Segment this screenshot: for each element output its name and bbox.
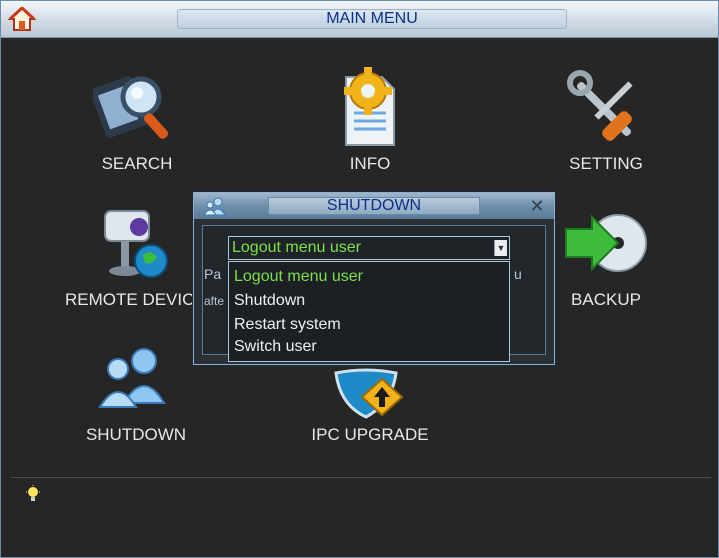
disc-backup-icon	[565, 214, 647, 272]
menu-item-info[interactable]: INFO	[300, 67, 440, 177]
status-divider	[11, 477, 711, 478]
menu-item-backup[interactable]: BACKUP	[536, 205, 676, 315]
shutdown-mode-dropdown: Logout menu user Shutdown Restart system…	[228, 261, 510, 362]
backup-label: BACKUP	[571, 290, 641, 309]
menu-item-ipc-upgrade[interactable]: IPC UPGRADE	[300, 365, 440, 451]
hint-text-right: u	[514, 266, 522, 282]
hint-text-left: Pa	[204, 266, 222, 282]
setting-label: SETTING	[569, 154, 643, 173]
info-label: INFO	[349, 154, 391, 173]
camera-globe-icon	[104, 210, 168, 278]
bulb-icon	[26, 485, 40, 501]
select-value: Logout menu user	[232, 239, 361, 256]
dialog-title-bar[interactable]: SHUTDOWN ✕	[194, 193, 554, 219]
shutdown-dialog: SHUTDOWN ✕ Pa afte u Logout menu user ▼ …	[193, 192, 555, 365]
wrench-screwdriver-icon	[567, 70, 633, 141]
close-icon[interactable]: ✕	[528, 197, 546, 215]
menu-item-search[interactable]: SEARCH	[67, 67, 207, 177]
home-button[interactable]	[7, 6, 37, 32]
film-magnifier-icon	[93, 76, 169, 139]
chevron-down-icon[interactable]: ▼	[494, 240, 507, 256]
option-shutdown[interactable]: Shutdown	[234, 290, 305, 312]
window-title: MAIN MENU	[177, 9, 567, 29]
menu-item-shutdown[interactable]: SHUTDOWN	[66, 341, 206, 451]
dialog-title: SHUTDOWN	[268, 197, 480, 215]
ipc-upgrade-label: IPC UPGRADE	[311, 425, 429, 444]
option-switch-user[interactable]: Switch user	[234, 336, 317, 358]
title-bar: MAIN MENU	[1, 1, 718, 38]
users-icon	[98, 348, 166, 408]
option-logout-menu-user[interactable]: Logout menu user	[234, 266, 363, 288]
users-icon	[203, 197, 226, 216]
option-restart-system[interactable]: Restart system	[234, 314, 341, 336]
hint-text-left-2: afte	[204, 294, 225, 308]
home-icon	[7, 6, 37, 31]
document-gear-icon	[344, 67, 395, 146]
main-menu-window: MAIN MENU SEARCH INFO SETTING REMOTE DEV…	[0, 0, 719, 558]
shutdown-mode-select[interactable]: Logout menu user ▼	[228, 236, 510, 260]
globe-upload-icon	[334, 368, 404, 419]
menu-item-setting[interactable]: SETTING	[536, 67, 676, 177]
remote-device-label: REMOTE DEVIC	[65, 290, 195, 309]
menu-item-remote-device[interactable]: REMOTE DEVIC	[59, 205, 199, 315]
shutdown-label: SHUTDOWN	[85, 425, 187, 444]
search-label: SEARCH	[101, 154, 173, 173]
